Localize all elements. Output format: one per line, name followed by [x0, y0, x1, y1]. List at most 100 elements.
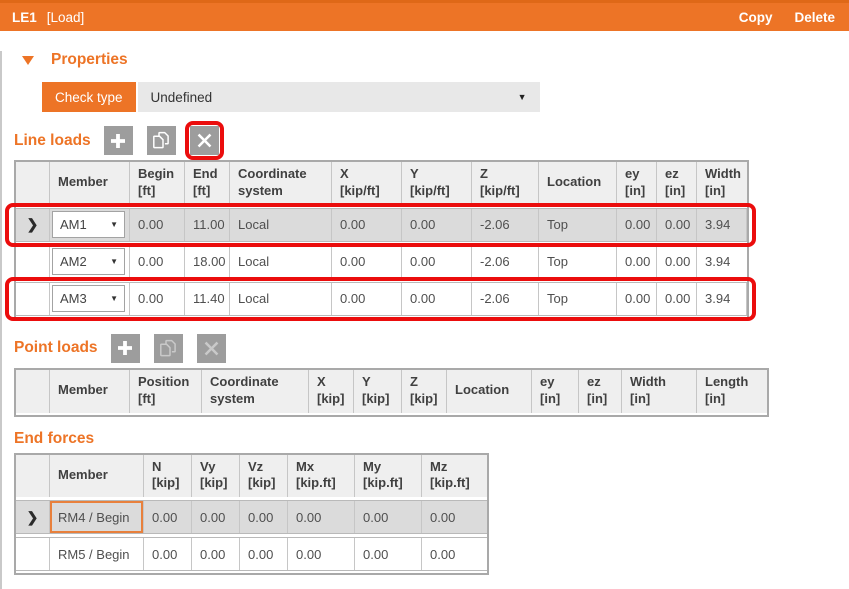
delete-point-load-button[interactable]	[197, 334, 226, 363]
cell-z[interactable]: -2.06	[472, 209, 539, 241]
member-select[interactable]: AM1▼	[52, 211, 125, 238]
member-cell[interactable]: RM4 / Begin	[50, 501, 144, 533]
header-x: X[kip/ft]	[332, 162, 402, 205]
cell-z[interactable]: -2.06	[472, 246, 539, 278]
row-selector-cell[interactable]	[16, 246, 50, 278]
plus-icon	[116, 339, 134, 357]
member-cell[interactable]: RM5 / Begin	[50, 538, 144, 570]
end-force-row[interactable]: ❯ RM4 / Begin 0.00 0.00 0.00 0.00 0.00 0…	[16, 500, 487, 534]
cell-location[interactable]: Top	[539, 209, 617, 241]
cell-begin[interactable]: 0.00	[130, 283, 185, 315]
header-width: Width[in]	[622, 370, 697, 413]
cell-ez[interactable]: 0.00	[657, 246, 697, 278]
copy-line-load-button[interactable]	[147, 126, 176, 155]
header-z: Z[kip/ft]	[472, 162, 539, 205]
row-expand-chevron-icon: ❯	[27, 509, 39, 526]
cell-ey[interactable]: 0.00	[617, 246, 657, 278]
member-select[interactable]: AM2▼	[52, 248, 125, 275]
cell-mx[interactable]: 0.00	[288, 501, 355, 533]
header-n: N[kip]	[144, 455, 192, 498]
check-type-dropdown[interactable]: Undefined ▼	[138, 82, 540, 112]
add-line-load-button[interactable]	[104, 126, 133, 155]
member-cell: AM3▼	[50, 283, 130, 315]
cell-z[interactable]: -2.06	[472, 283, 539, 315]
member-select[interactable]: AM3▼	[52, 285, 125, 312]
header-y: Y[kip/ft]	[402, 162, 472, 205]
cell-width[interactable]: 3.94	[697, 246, 747, 278]
cell-coordinate-system[interactable]: Local	[230, 283, 332, 315]
point-loads-table: Member Position[ft] Coordinatesystem X[k…	[14, 368, 769, 417]
cell-y[interactable]: 0.00	[402, 283, 472, 315]
line-loads-section-header: Line loads	[14, 126, 849, 155]
cell-vz[interactable]: 0.00	[240, 501, 288, 533]
cell-mz[interactable]: 0.00	[422, 538, 487, 570]
cell-x[interactable]: 0.00	[332, 283, 402, 315]
header-ey: ey[in]	[532, 370, 579, 413]
cell-ey[interactable]: 0.00	[617, 283, 657, 315]
cell-coordinate-system[interactable]: Local	[230, 246, 332, 278]
cell-end[interactable]: 11.00	[185, 209, 230, 241]
cell-y[interactable]: 0.00	[402, 209, 472, 241]
header-selector	[16, 455, 50, 498]
header-ey: ey[in]	[617, 162, 657, 205]
line-load-row[interactable]: ❯ AM1▼ 0.00 11.00 Local 0.00 0.00 -2.06 …	[16, 208, 747, 242]
cell-location[interactable]: Top	[539, 283, 617, 315]
cell-x[interactable]: 0.00	[332, 209, 402, 241]
header-location: Location	[447, 370, 532, 413]
cell-mx[interactable]: 0.00	[288, 538, 355, 570]
cell-end[interactable]: 11.40	[185, 283, 230, 315]
copy-point-load-button[interactable]	[154, 334, 183, 363]
cell-y[interactable]: 0.00	[402, 246, 472, 278]
cell-n[interactable]: 0.00	[144, 501, 192, 533]
cell-ez[interactable]: 0.00	[657, 283, 697, 315]
header-vz: Vz[kip]	[240, 455, 288, 498]
row-selector-cell[interactable]: ❯	[16, 209, 50, 241]
cell-coordinate-system[interactable]: Local	[230, 209, 332, 241]
end-forces-title: End forces	[14, 430, 94, 448]
member-cell: AM2▼	[50, 246, 130, 278]
row-selector-cell[interactable]	[16, 283, 50, 315]
cell-my[interactable]: 0.00	[355, 538, 422, 570]
cell-end[interactable]: 18.00	[185, 246, 230, 278]
header-location: Location	[539, 162, 617, 205]
row-selector-cell[interactable]: ❯	[16, 501, 50, 533]
check-type-button[interactable]: Check type	[42, 82, 136, 112]
cell-n[interactable]: 0.00	[144, 538, 192, 570]
cell-begin[interactable]: 0.00	[130, 246, 185, 278]
cell-location[interactable]: Top	[539, 246, 617, 278]
line-loads-toolbar	[104, 126, 219, 155]
end-forces-section-header: End forces	[14, 430, 849, 448]
line-load-row[interactable]: AM2▼ 0.00 18.00 Local 0.00 0.00 -2.06 To…	[16, 245, 747, 279]
cell-ey[interactable]: 0.00	[617, 209, 657, 241]
row-selector-cell[interactable]	[16, 538, 50, 570]
cell-x[interactable]: 0.00	[332, 246, 402, 278]
collapse-triangle-icon[interactable]	[22, 56, 34, 65]
header-position: Position[ft]	[130, 370, 202, 413]
cell-width[interactable]: 3.94	[697, 283, 747, 315]
end-force-row[interactable]: RM5 / Begin 0.00 0.00 0.00 0.00 0.00 0.0…	[16, 537, 487, 571]
load-editor-panel: LE1 [Load] Copy Delete Properties Check …	[0, 0, 849, 589]
copy-button[interactable]: Copy	[739, 10, 773, 25]
delete-line-load-button[interactable]	[190, 126, 219, 155]
chevron-down-icon: ▼	[518, 92, 527, 102]
header-coordinate-system: Coordinatesystem	[202, 370, 309, 413]
header-end: End[ft]	[185, 162, 230, 205]
add-point-load-button[interactable]	[111, 334, 140, 363]
member-cell: AM1▼	[50, 209, 130, 241]
cell-vy[interactable]: 0.00	[192, 501, 240, 533]
line-loads-header-row: Member Begin[ft] End[ft] Coordinatesyste…	[16, 162, 747, 205]
cell-my[interactable]: 0.00	[355, 501, 422, 533]
cell-begin[interactable]: 0.00	[130, 209, 185, 241]
delete-button[interactable]: Delete	[794, 10, 835, 25]
cell-width[interactable]: 3.94	[697, 209, 747, 241]
delete-x-icon	[204, 341, 219, 356]
line-load-row[interactable]: AM3▼ 0.00 11.40 Local 0.00 0.00 -2.06 To…	[16, 282, 747, 316]
cell-mz[interactable]: 0.00	[422, 501, 487, 533]
point-loads-header-row: Member Position[ft] Coordinatesystem X[k…	[16, 370, 767, 413]
cell-ez[interactable]: 0.00	[657, 209, 697, 241]
properties-section-header[interactable]: Properties	[14, 51, 849, 69]
cell-vz[interactable]: 0.00	[240, 538, 288, 570]
delete-x-icon	[197, 133, 212, 148]
point-loads-toolbar	[111, 334, 226, 363]
cell-vy[interactable]: 0.00	[192, 538, 240, 570]
